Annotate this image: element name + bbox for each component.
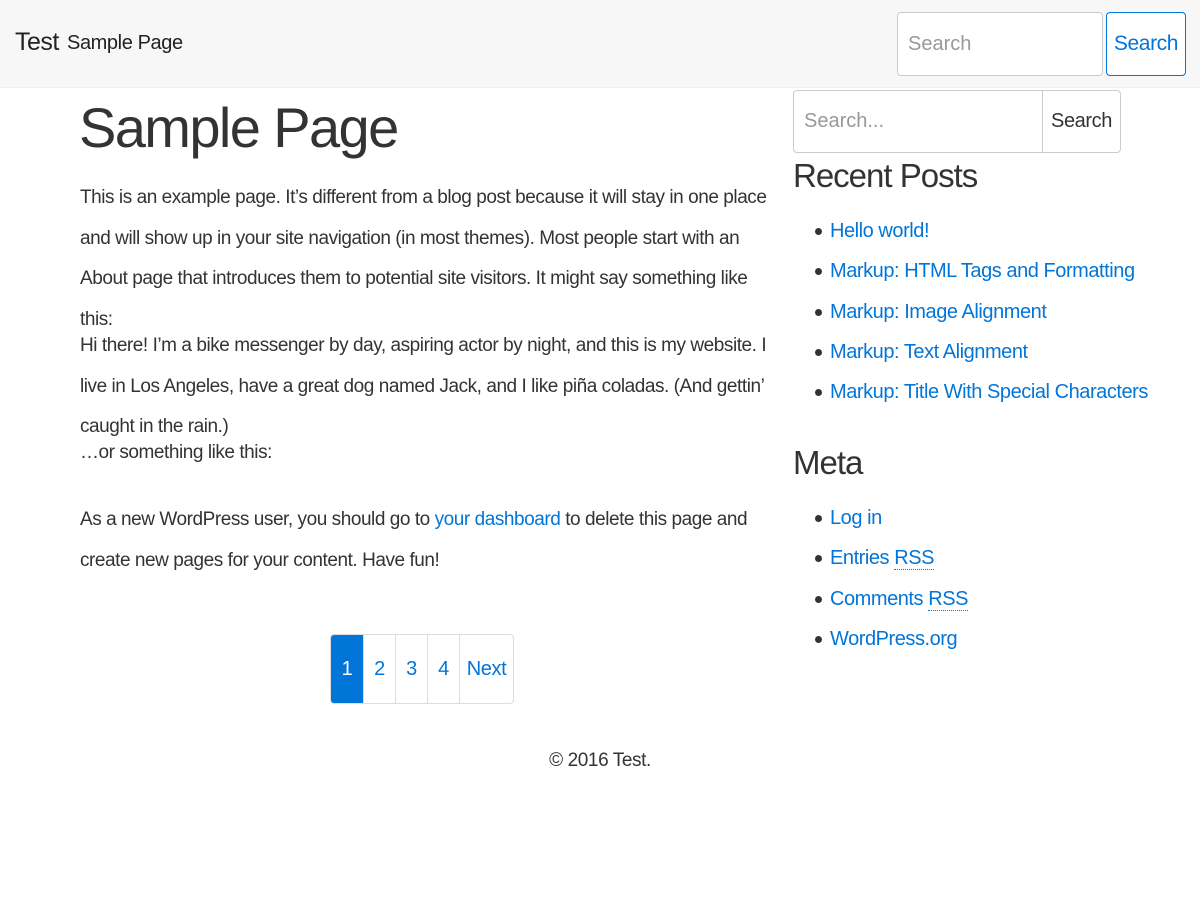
bullet-icon [815,555,822,563]
meta-list: Log in Entries RSS Comments RSS WordPres… [793,498,1183,659]
page-link-1[interactable]: 1 [331,635,363,703]
recent-post-link[interactable]: Hello world! [830,220,930,242]
recent-posts-list: Hello world! Markup: HTML Tags and Forma… [793,211,1183,412]
log-in-link[interactable]: Log in [830,507,882,529]
footer: © 2016 Test. [0,750,1200,772]
bullet-icon [815,268,822,276]
page-link-next[interactable]: Next [459,635,513,703]
list-item: Markup: HTML Tags and Formatting [793,251,1183,291]
list-item: Log in [793,498,1183,538]
dashboard-link[interactable]: your dashboard [435,509,561,530]
sidebar-search-input[interactable] [793,90,1042,153]
paragraph-text: As a new WordPress user, you should go t… [80,509,435,530]
site-brand-link[interactable]: Test [15,28,59,57]
bullet-icon [815,595,822,603]
recent-post-link[interactable]: Markup: HTML Tags and Formatting [830,260,1135,282]
recent-post-link[interactable]: Markup: Title With Special Characters [830,381,1148,403]
list-item: Markup: Title With Special Characters [793,372,1183,412]
navbar: Test Sample Page Search [0,0,1200,88]
nav-item-sample-page[interactable]: Sample Page [67,32,183,55]
bullet-icon [815,635,822,643]
content-paragraph: This is an example page. It’s different … [80,187,767,330]
content-paragraph: …or something like this: [80,442,272,463]
page-title: Sample Page [79,96,399,159]
list-item: Hello world! [793,211,1183,251]
comments-rss-link[interactable]: Comments RSS [830,587,968,611]
entries-rss-link[interactable]: Entries RSS [830,547,934,571]
link-text: Entries [830,547,895,570]
copyright-text: © 2016 Test. [549,750,651,771]
navbar-search-input[interactable] [897,12,1103,76]
wordpress-org-link[interactable]: WordPress.org [830,628,958,650]
meta-heading: Meta [793,444,863,481]
page-link-3[interactable]: 3 [395,635,427,703]
content-paragraph: As a new WordPress user, you should go t… [80,500,770,581]
list-item: Markup: Text Alignment [793,332,1183,372]
navbar-search-button[interactable]: Search [1106,12,1186,76]
rss-abbr: RSS [928,587,968,611]
sidebar-search-form: Search [793,90,1121,153]
bullet-icon [815,228,822,235]
bullet-icon [815,389,822,397]
bullet-icon [815,348,822,356]
rss-abbr: RSS [894,547,934,571]
page-link-2[interactable]: 2 [363,635,395,703]
list-item: Entries RSS [793,538,1183,578]
recent-post-link[interactable]: Markup: Text Alignment [830,341,1028,363]
link-text: Comments [830,587,929,610]
recent-post-link[interactable]: Markup: Image Alignment [830,301,1047,323]
list-item: Markup: Image Alignment [793,292,1183,332]
bullet-icon [815,515,822,522]
pagination: 1 2 3 4 Next [330,634,514,704]
list-item: WordPress.org [793,619,1183,659]
sidebar-search-button[interactable]: Search [1042,90,1121,153]
recent-posts-heading: Recent Posts [793,157,978,194]
bullet-icon [815,308,822,316]
content-paragraph: Hi there! I’m a bike messenger by day, a… [80,335,767,437]
page-link-4[interactable]: 4 [427,635,459,703]
list-item: Comments RSS [793,579,1183,619]
